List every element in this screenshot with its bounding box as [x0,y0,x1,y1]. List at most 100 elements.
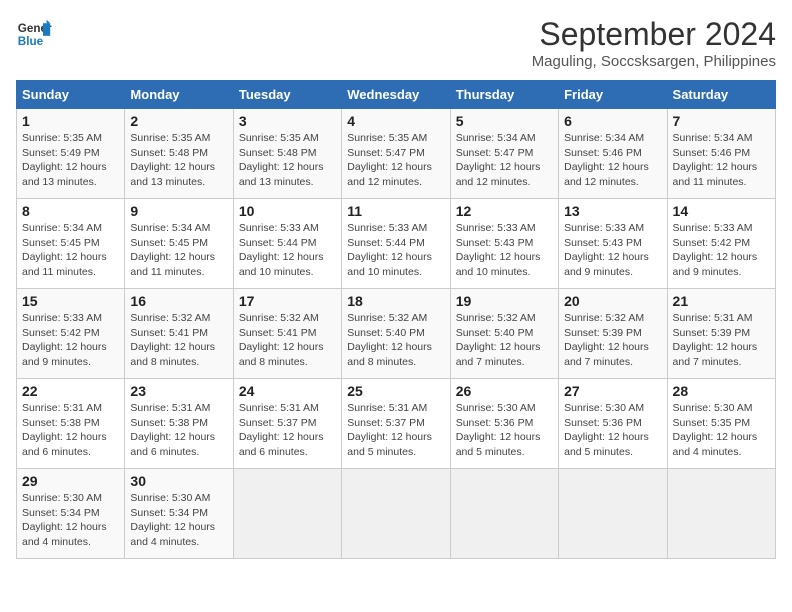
calendar-cell: 15 Sunrise: 5:33 AM Sunset: 5:42 PM Dayli… [17,289,125,379]
calendar-cell: 20 Sunrise: 5:32 AM Sunset: 5:39 PM Dayli… [559,289,667,379]
day-number: 13 [564,203,661,219]
day-info: Sunrise: 5:30 AM Sunset: 5:36 PM Dayligh… [564,401,661,460]
calendar-week-4: 22 Sunrise: 5:31 AM Sunset: 5:38 PM Dayli… [17,379,776,469]
calendar-cell: 3 Sunrise: 5:35 AM Sunset: 5:48 PM Daylig… [233,109,341,199]
day-number: 23 [130,383,227,399]
day-number: 14 [673,203,770,219]
day-number: 8 [22,203,119,219]
day-info: Sunrise: 5:33 AM Sunset: 5:43 PM Dayligh… [564,221,661,280]
calendar-cell [233,469,341,559]
day-info: Sunrise: 5:30 AM Sunset: 5:34 PM Dayligh… [130,491,227,550]
day-number: 12 [456,203,553,219]
calendar-cell: 18Sunrise: 5:32 AM Sunset: 5:40 PM Dayli… [342,289,450,379]
calendar-title: September 2024 [532,16,776,53]
day-number: 6 [564,113,661,129]
day-number: 15 [22,293,119,309]
calendar-cell: 2Sunrise: 5:35 AM Sunset: 5:48 PM Daylig… [125,109,233,199]
day-number: 27 [564,383,661,399]
calendar-cell: 11 Sunrise: 5:33 AM Sunset: 5:44 PM Dayli… [342,199,450,289]
title-section: September 2024 Maguling, Soccsksargen, P… [532,16,776,70]
calendar-cell: 24Sunrise: 5:31 AM Sunset: 5:37 PM Dayli… [233,379,341,469]
day-number: 3 [239,113,336,129]
day-number: 28 [673,383,770,399]
calendar-cell: 5Sunrise: 5:34 AM Sunset: 5:47 PM Daylig… [450,109,558,199]
day-number: 11 [347,203,444,219]
day-info: Sunrise: 5:32 AM Sunset: 5:41 PM Dayligh… [130,311,227,370]
calendar-cell: 29 Sunrise: 5:30 AM Sunset: 5:34 PM Dayli… [17,469,125,559]
weekday-header-thursday: Thursday [450,81,558,109]
day-info: Sunrise: 5:33 AM Sunset: 5:44 PM Dayligh… [347,221,444,280]
day-number: 4 [347,113,444,129]
day-info: Sunrise: 5:31 AM Sunset: 5:37 PM Dayligh… [347,401,444,460]
day-number: 2 [130,113,227,129]
calendar-week-5: 29 Sunrise: 5:30 AM Sunset: 5:34 PM Dayli… [17,469,776,559]
day-info: Sunrise: 5:33 AM Sunset: 5:42 PM Dayligh… [22,311,119,370]
day-info: Sunrise: 5:32 AM Sunset: 5:41 PM Dayligh… [239,311,336,370]
day-number: 20 [564,293,661,309]
day-number: 7 [673,113,770,129]
calendar-cell: 10 Sunrise: 5:33 AM Sunset: 5:44 PM Dayli… [233,199,341,289]
calendar-cell: 22 Sunrise: 5:31 AM Sunset: 5:38 PM Dayli… [17,379,125,469]
day-info: Sunrise: 5:34 AM Sunset: 5:45 PM Dayligh… [130,221,227,280]
day-number: 9 [130,203,227,219]
day-number: 18 [347,293,444,309]
calendar-cell: 8 Sunrise: 5:34 AM Sunset: 5:45 PM Daylig… [17,199,125,289]
weekday-header-saturday: Saturday [667,81,775,109]
calendar-cell: 13 Sunrise: 5:33 AM Sunset: 5:43 PM Dayli… [559,199,667,289]
weekday-header-tuesday: Tuesday [233,81,341,109]
page-header: General Blue September 2024 Maguling, So… [16,16,776,70]
calendar-cell: 30 Sunrise: 5:30 AM Sunset: 5:34 PM Dayli… [125,469,233,559]
day-number: 17 [239,293,336,309]
day-info: Sunrise: 5:35 AM Sunset: 5:48 PM Dayligh… [239,131,336,190]
day-number: 10 [239,203,336,219]
calendar-cell: 4 Sunrise: 5:35 AM Sunset: 5:47 PM Daylig… [342,109,450,199]
day-info: Sunrise: 5:33 AM Sunset: 5:43 PM Dayligh… [456,221,553,280]
calendar-cell: 21Sunrise: 5:31 AM Sunset: 5:39 PM Dayli… [667,289,775,379]
calendar-cell: 6 Sunrise: 5:34 AM Sunset: 5:46 PM Daylig… [559,109,667,199]
calendar-cell: 26 Sunrise: 5:30 AM Sunset: 5:36 PM Dayli… [450,379,558,469]
day-number: 24 [239,383,336,399]
day-info: Sunrise: 5:35 AM Sunset: 5:47 PM Dayligh… [347,131,444,190]
calendar-cell: 9 Sunrise: 5:34 AM Sunset: 5:45 PM Daylig… [125,199,233,289]
day-info: Sunrise: 5:35 AM Sunset: 5:49 PM Dayligh… [22,131,119,190]
calendar-cell: 14Sunrise: 5:33 AM Sunset: 5:42 PM Dayli… [667,199,775,289]
calendar-week-1: 1 Sunrise: 5:35 AM Sunset: 5:49 PM Daylig… [17,109,776,199]
logo-icon: General Blue [16,16,52,52]
day-number: 30 [130,473,227,489]
day-number: 29 [22,473,119,489]
day-info: Sunrise: 5:34 AM Sunset: 5:46 PM Dayligh… [564,131,661,190]
calendar-week-2: 8 Sunrise: 5:34 AM Sunset: 5:45 PM Daylig… [17,199,776,289]
calendar-subtitle: Maguling, Soccsksargen, Philippines [532,53,776,70]
calendar-cell [667,469,775,559]
day-info: Sunrise: 5:32 AM Sunset: 5:40 PM Dayligh… [456,311,553,370]
day-number: 5 [456,113,553,129]
calendar-table: SundayMondayTuesdayWednesdayThursdayFrid… [16,80,776,559]
day-info: Sunrise: 5:32 AM Sunset: 5:39 PM Dayligh… [564,311,661,370]
calendar-cell: 7Sunrise: 5:34 AM Sunset: 5:46 PM Daylig… [667,109,775,199]
day-number: 19 [456,293,553,309]
calendar-cell [559,469,667,559]
calendar-cell: 25 Sunrise: 5:31 AM Sunset: 5:37 PM Dayli… [342,379,450,469]
calendar-cell: 19 Sunrise: 5:32 AM Sunset: 5:40 PM Dayli… [450,289,558,379]
day-info: Sunrise: 5:34 AM Sunset: 5:45 PM Dayligh… [22,221,119,280]
calendar-cell: 27 Sunrise: 5:30 AM Sunset: 5:36 PM Dayli… [559,379,667,469]
day-number: 25 [347,383,444,399]
calendar-cell: 12 Sunrise: 5:33 AM Sunset: 5:43 PM Dayli… [450,199,558,289]
day-number: 1 [22,113,119,129]
calendar-cell [450,469,558,559]
calendar-cell: 16 Sunrise: 5:32 AM Sunset: 5:41 PM Dayli… [125,289,233,379]
day-number: 26 [456,383,553,399]
calendar-cell: 28 Sunrise: 5:30 AM Sunset: 5:35 PM Dayli… [667,379,775,469]
day-info: Sunrise: 5:31 AM Sunset: 5:39 PM Dayligh… [673,311,770,370]
day-info: Sunrise: 5:31 AM Sunset: 5:38 PM Dayligh… [22,401,119,460]
day-info: Sunrise: 5:30 AM Sunset: 5:36 PM Dayligh… [456,401,553,460]
day-number: 16 [130,293,227,309]
svg-text:Blue: Blue [18,35,44,48]
day-number: 22 [22,383,119,399]
day-info: Sunrise: 5:30 AM Sunset: 5:34 PM Dayligh… [22,491,119,550]
weekday-header-monday: Monday [125,81,233,109]
calendar-cell [342,469,450,559]
day-info: Sunrise: 5:30 AM Sunset: 5:35 PM Dayligh… [673,401,770,460]
day-info: Sunrise: 5:31 AM Sunset: 5:38 PM Dayligh… [130,401,227,460]
day-info: Sunrise: 5:33 AM Sunset: 5:44 PM Dayligh… [239,221,336,280]
